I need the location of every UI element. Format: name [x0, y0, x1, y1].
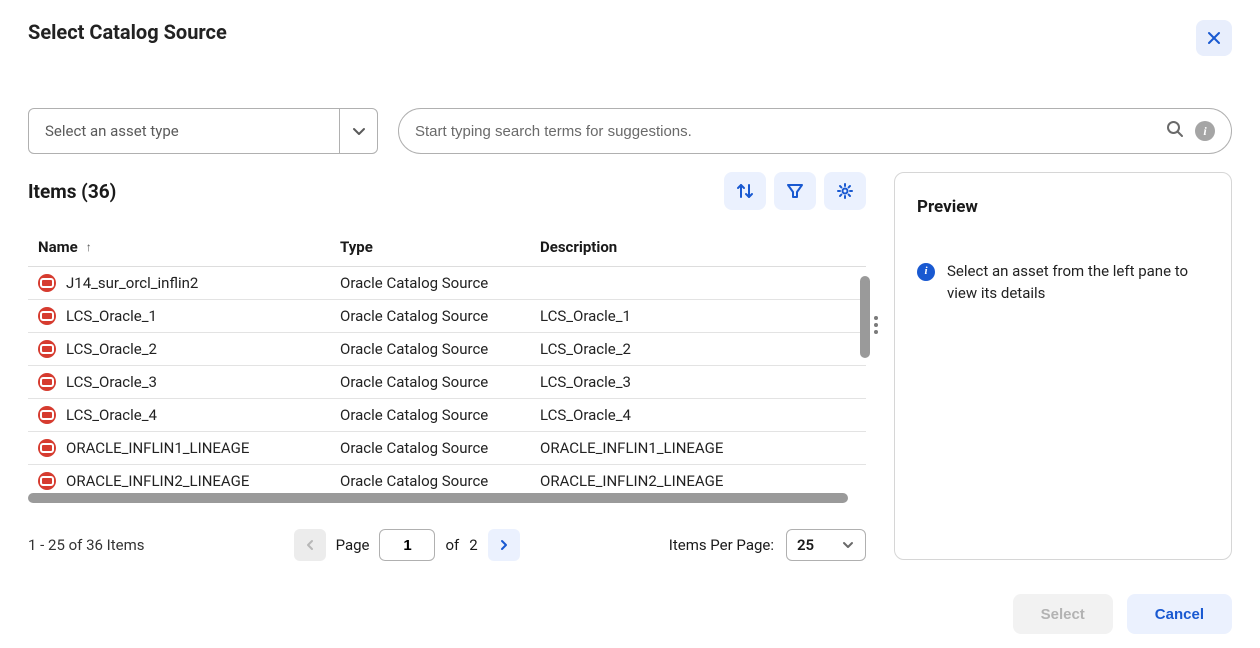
oracle-icon	[38, 340, 56, 358]
filter-controls: Select an asset type i	[28, 108, 1232, 154]
vertical-scrollbar[interactable]	[860, 276, 870, 358]
row-description: LCS_Oracle_3	[540, 373, 866, 391]
row-type: Oracle Catalog Source	[340, 340, 540, 358]
panel-resize-handle[interactable]	[874, 316, 878, 334]
search-help-icon[interactable]: i	[1195, 121, 1215, 141]
table-row[interactable]: ORACLE_INFLIN1_LINEAGEOracle Catalog Sou…	[28, 432, 866, 465]
row-name: ORACLE_INFLIN2_LINEAGE	[66, 472, 249, 490]
page-label: Page	[336, 536, 370, 554]
close-icon	[1206, 30, 1222, 46]
row-type: Oracle Catalog Source	[340, 472, 540, 490]
asset-type-select[interactable]: Select an asset type	[28, 108, 378, 154]
settings-button[interactable]	[824, 172, 866, 210]
search-icon[interactable]	[1165, 119, 1185, 143]
items-heading: Items (36)	[28, 180, 116, 203]
row-name: LCS_Oracle_4	[66, 406, 157, 424]
oracle-icon	[38, 274, 56, 292]
chevron-right-icon	[497, 538, 511, 552]
row-type: Oracle Catalog Source	[340, 373, 540, 391]
table-row[interactable]: J14_sur_orcl_inflin2 Oracle Catalog Sourc…	[28, 267, 866, 300]
oracle-icon	[38, 373, 56, 391]
oracle-icon	[38, 406, 56, 424]
dialog-header: Select Catalog Source	[28, 20, 1232, 56]
page-input[interactable]	[379, 529, 435, 561]
sort-asc-icon: ↑	[86, 240, 92, 254]
horizontal-scrollbar[interactable]	[28, 493, 848, 503]
table-row[interactable]: ORACLE_INFLIN2_LINEAGEOracle Catalog Sou…	[28, 465, 866, 491]
next-page-button[interactable]	[488, 529, 520, 561]
row-type: Oracle Catalog Source	[340, 406, 540, 424]
row-description: ORACLE_INFLIN1_LINEAGE	[540, 439, 866, 457]
of-label: of	[445, 536, 459, 554]
dialog-title: Select Catalog Source	[28, 20, 227, 44]
row-description: ORACLE_INFLIN2_LINEAGE	[540, 472, 866, 490]
filter-button[interactable]	[774, 172, 816, 210]
preview-title: Preview	[917, 197, 1209, 217]
dialog-footer: Select Cancel	[1013, 594, 1232, 634]
cancel-button[interactable]: Cancel	[1127, 594, 1232, 634]
info-icon: i	[917, 263, 935, 281]
oracle-icon	[38, 307, 56, 325]
table-row[interactable]: LCS_Oracle_4Oracle Catalog SourceLCS_Ora…	[28, 399, 866, 432]
table-row[interactable]: LCS_Oracle_3Oracle Catalog SourceLCS_Ora…	[28, 366, 866, 399]
items-panel: Items (36) Name ↑	[28, 172, 866, 561]
sort-icon	[735, 181, 755, 201]
sort-button[interactable]	[724, 172, 766, 210]
row-name: J14_sur_orcl_inflin2	[66, 274, 198, 292]
row-type: Oracle Catalog Source	[340, 307, 540, 325]
pagination-bar: 1 - 25 of 36 Items Page of 2 Items Per P…	[28, 529, 866, 561]
prev-page-button	[294, 529, 326, 561]
chevron-left-icon	[303, 538, 317, 552]
oracle-icon	[38, 439, 56, 457]
row-description: LCS_Oracle_1	[540, 307, 866, 325]
table-row[interactable]: LCS_Oracle_1Oracle Catalog SourceLCS_Ora…	[28, 300, 866, 333]
pagination-summary: 1 - 25 of 36 Items	[28, 536, 145, 554]
select-button: Select	[1013, 594, 1113, 634]
row-name: LCS_Oracle_2	[66, 340, 157, 358]
filter-icon	[785, 181, 805, 201]
row-description: LCS_Oracle_4	[540, 406, 866, 424]
column-header-description[interactable]: Description	[540, 238, 866, 256]
chevron-down-icon	[339, 109, 377, 153]
row-name: LCS_Oracle_3	[66, 373, 157, 391]
row-name: ORACLE_INFLIN1_LINEAGE	[66, 439, 249, 457]
row-type: Oracle Catalog Source	[340, 439, 540, 457]
items-per-page-label: Items Per Page:	[669, 536, 774, 554]
preview-empty-message: i Select an asset from the left pane to …	[917, 261, 1209, 305]
items-grid: Name ↑ Type Description J14_sur_orcl_inf…	[28, 230, 866, 503]
oracle-icon	[38, 472, 56, 490]
search-input[interactable]	[415, 123, 1165, 140]
row-description: LCS_Oracle_2	[540, 340, 866, 358]
table-row[interactable]: LCS_Oracle_2Oracle Catalog SourceLCS_Ora…	[28, 333, 866, 366]
close-button[interactable]	[1196, 20, 1232, 56]
select-catalog-source-dialog: Select Catalog Source Select an asset ty…	[0, 0, 1260, 648]
items-per-page-select[interactable]: 25	[786, 529, 866, 561]
row-type: Oracle Catalog Source	[340, 274, 540, 292]
chevron-down-icon	[841, 538, 855, 552]
column-header-name[interactable]: Name ↑	[28, 238, 340, 256]
preview-panel: Preview i Select an asset from the left …	[894, 172, 1232, 560]
column-header-type[interactable]: Type	[340, 238, 540, 256]
asset-type-placeholder: Select an asset type	[29, 122, 339, 140]
total-pages: 2	[469, 536, 477, 554]
gear-icon	[835, 181, 855, 201]
row-name: LCS_Oracle_1	[66, 307, 157, 325]
grid-header-row: Name ↑ Type Description	[28, 230, 866, 267]
search-field-wrapper: i	[398, 108, 1232, 154]
